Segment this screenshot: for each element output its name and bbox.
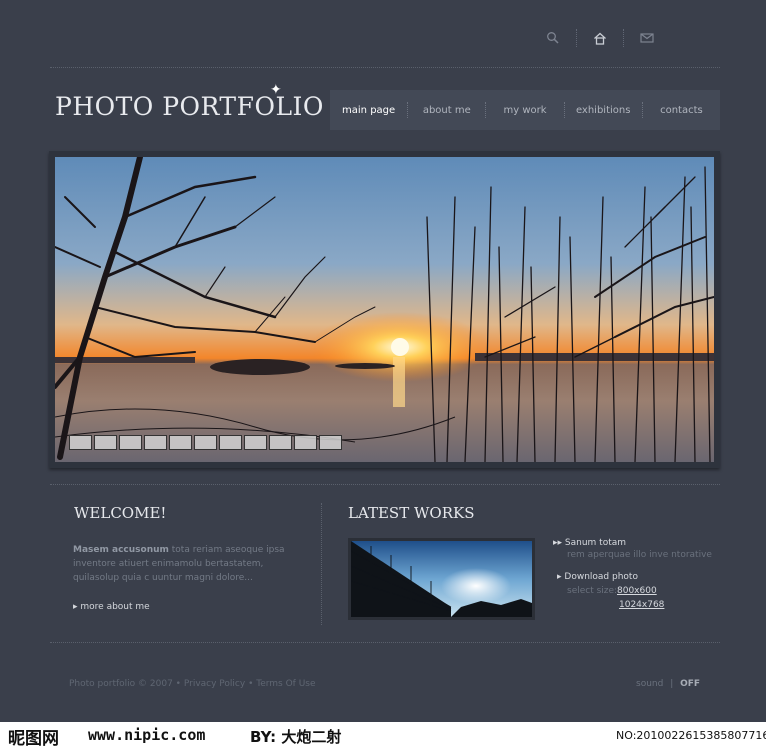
thumbnail[interactable]	[169, 435, 192, 450]
site-logo[interactable]: PHOTO PORTFOLIO	[55, 92, 324, 121]
work-item-title: Sanum totam	[564, 538, 627, 548]
nav-main-page[interactable]: main page	[330, 90, 407, 130]
more-about-me-link[interactable]: ▸ more about me	[73, 602, 150, 612]
download-photo-label: Download photo	[564, 572, 638, 582]
sparkle-icon: ✦	[270, 82, 282, 98]
hero-sunset-photo	[55, 157, 714, 462]
terms-of-use-link[interactable]: Terms Of Use	[256, 679, 315, 689]
work-item-description: rem aperquae illo inve ntorative	[567, 550, 712, 560]
welcome-title: WELCOME!	[74, 504, 167, 522]
thumbnail[interactable]	[319, 435, 342, 450]
thumbnail[interactable]	[119, 435, 142, 450]
double-arrow-icon: ▸▸	[553, 538, 565, 548]
footer-divider	[50, 642, 720, 643]
sound-state: OFF	[680, 679, 701, 689]
nav-about-me[interactable]: about me	[408, 90, 485, 130]
more-link-label: more about me	[80, 602, 150, 612]
sound-toggle[interactable]: sound | OFF	[636, 679, 700, 689]
sound-label: sound	[636, 679, 664, 689]
bullet: •	[248, 679, 257, 689]
copyright-text: Photo portfolio © 2007	[69, 679, 173, 689]
thumbnail[interactable]	[219, 435, 242, 450]
thumbnail-strip	[69, 435, 342, 450]
column-divider	[321, 503, 322, 625]
nav-my-work[interactable]: my work	[486, 90, 563, 130]
watermark-author: BY: 大炮二射	[250, 728, 342, 746]
thumbnail[interactable]	[144, 435, 167, 450]
mail-icon[interactable]	[624, 26, 670, 50]
thumbnail[interactable]	[269, 435, 292, 450]
nav-exhibitions[interactable]: exhibitions	[565, 90, 642, 130]
header-divider	[50, 67, 720, 68]
watermark-logo: 昵图网	[8, 729, 59, 749]
nav-contacts[interactable]: contacts	[643, 90, 720, 130]
welcome-lead: Masem accusonum	[73, 545, 169, 555]
thumbnail[interactable]	[94, 435, 117, 450]
latest-works-title: LATEST WORKS	[348, 504, 475, 522]
content-divider	[50, 484, 720, 485]
thumbnail[interactable]	[69, 435, 92, 450]
watermark-url: www.nipic.com	[88, 726, 206, 744]
select-size-label: select size:	[567, 586, 618, 596]
bullet: •	[175, 679, 184, 689]
search-icon[interactable]	[530, 26, 576, 50]
welcome-text: Masem accusonum tota reriam aseoque ipsa…	[73, 543, 308, 585]
privacy-policy-link[interactable]: Privacy Policy	[184, 679, 245, 689]
work-item-sanum-totam[interactable]: ▸▸ Sanum totam	[553, 538, 626, 548]
thumbnail[interactable]	[194, 435, 217, 450]
home-icon[interactable]	[577, 26, 623, 50]
size-1024x768-link[interactable]: 1024x768	[619, 600, 664, 610]
latest-work-photo[interactable]	[348, 538, 535, 620]
thumbnail[interactable]	[244, 435, 267, 450]
size-800x600-link[interactable]: 800x600	[617, 586, 657, 596]
watermark-number: NO:20100226153858077160	[616, 729, 766, 742]
download-photo-link[interactable]: ▸ Download photo	[557, 572, 638, 582]
top-icon-bar	[530, 24, 720, 52]
thumbnail[interactable]	[294, 435, 317, 450]
footer-links: Photo portfolio © 2007 • Privacy Policy …	[69, 679, 316, 689]
main-nav: main page about me my work exhibitions c…	[330, 90, 720, 130]
sound-separator: |	[670, 679, 674, 689]
